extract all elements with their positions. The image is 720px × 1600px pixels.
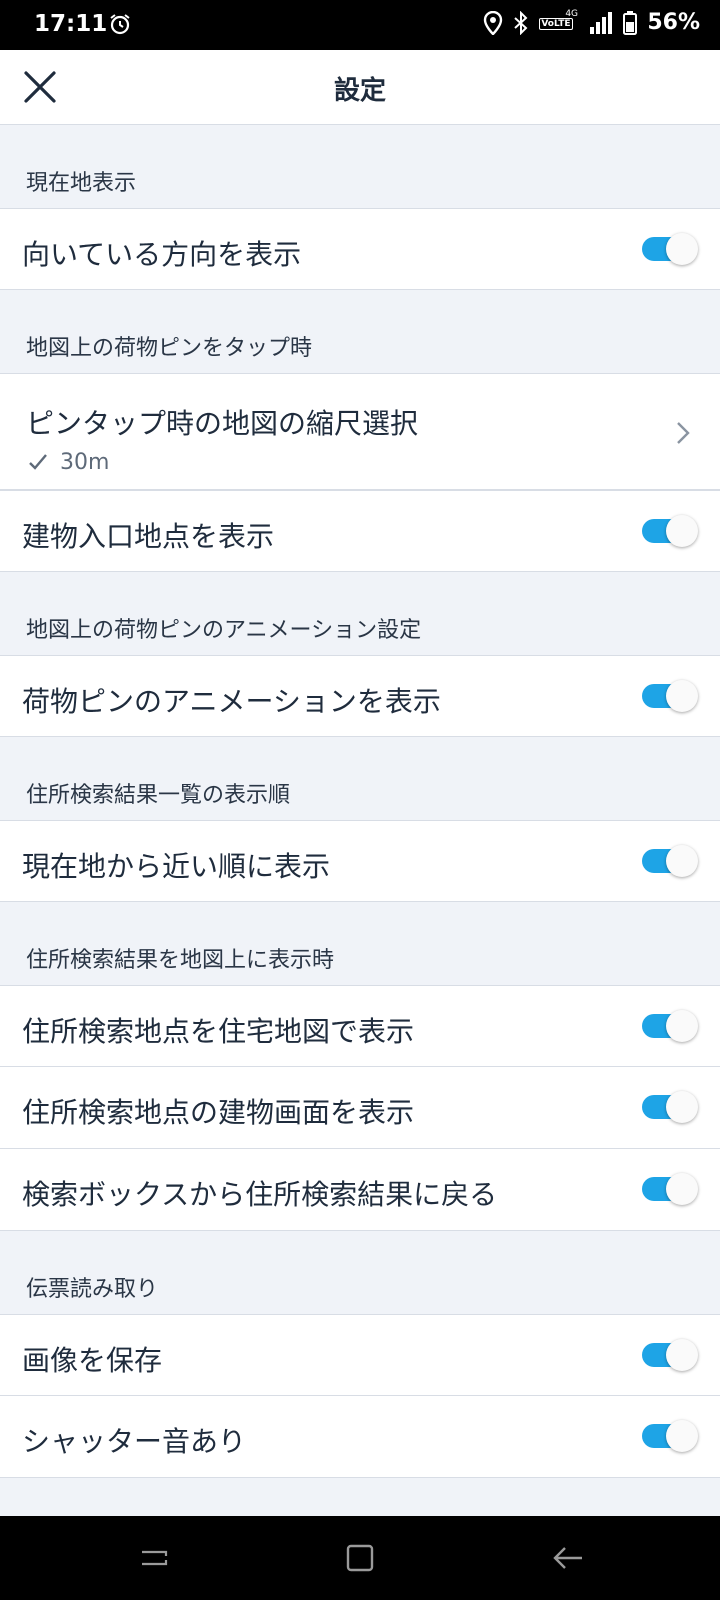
toggle-switch[interactable] xyxy=(642,515,698,547)
toggle-switch[interactable] xyxy=(642,1010,698,1042)
setting-row-save-image[interactable]: 画像を保存 xyxy=(0,1314,720,1396)
app-header: 設定 xyxy=(0,50,720,125)
setting-label: 画像を保存 xyxy=(22,1344,163,1377)
setting-label: 向いている方向を表示 xyxy=(22,238,302,271)
status-time: 17:11 xyxy=(34,11,108,37)
section-title: 住所検索結果を地図上に表示時 xyxy=(26,948,335,973)
back-icon[interactable] xyxy=(550,1540,586,1576)
toggle-switch[interactable] xyxy=(642,1339,698,1371)
section-header-pin-animation: 地図上の荷物ピンのアニメーション設定 xyxy=(0,572,720,655)
section-title: 地図上の荷物ピンのアニメーション設定 xyxy=(26,618,422,643)
toggle-switch[interactable] xyxy=(642,1091,698,1123)
setting-row-nearest-order[interactable]: 現在地から近い順に表示 xyxy=(0,820,720,902)
setting-label: ピンタップ時の地図の縮尺選択 xyxy=(26,407,419,440)
bluetooth-icon xyxy=(514,10,528,35)
setting-row-housing-map[interactable]: 住所検索地点を住宅地図で表示 xyxy=(0,985,720,1067)
section-title: 住所検索結果一覧の表示順 xyxy=(26,783,291,808)
setting-label: 住所検索地点の建物画面を表示 xyxy=(22,1096,415,1129)
setting-row-pin-animation[interactable]: 荷物ピンのアニメーションを表示 xyxy=(0,655,720,737)
network-type-label: 4G xyxy=(565,8,579,19)
check-icon xyxy=(29,454,47,470)
section-title: 伝票読み取り xyxy=(26,1277,159,1302)
setting-label: 住所検索地点を住宅地図で表示 xyxy=(22,1015,415,1048)
setting-label: シャッター音あり xyxy=(22,1425,247,1458)
section-header-result-order: 住所検索結果一覧の表示順 xyxy=(0,737,720,820)
chevron-right-icon xyxy=(677,422,690,444)
recents-icon[interactable] xyxy=(136,1540,172,1576)
battery-percent: 56% xyxy=(647,10,700,35)
toggle-switch[interactable] xyxy=(642,680,698,712)
battery-icon xyxy=(623,10,638,35)
section-header-pin-tap: 地図上の荷物ピンをタップ時 xyxy=(0,290,720,373)
toggle-switch[interactable] xyxy=(642,233,698,265)
page-title: 設定 xyxy=(333,76,386,106)
setting-label: 荷物ピンのアニメーションを表示 xyxy=(22,685,441,718)
setting-row-shutter-sound[interactable]: シャッター音あり xyxy=(0,1396,720,1478)
location-icon xyxy=(484,10,503,35)
toggle-switch[interactable] xyxy=(642,1173,698,1205)
section-header-slip-reading: 伝票読み取り xyxy=(0,1231,720,1314)
setting-row-show-heading[interactable]: 向いている方向を表示 xyxy=(0,208,720,290)
setting-row-scale-select[interactable]: ピンタップ時の地図の縮尺選択 30m xyxy=(0,373,720,490)
setting-row-entrance[interactable]: 建物入口地点を表示 xyxy=(0,490,720,572)
setting-label: 建物入口地点を表示 xyxy=(22,520,275,553)
setting-label: 現在地から近い順に表示 xyxy=(22,850,331,883)
alarm-icon xyxy=(110,14,130,35)
home-icon[interactable] xyxy=(342,1540,378,1576)
section-title: 地図上の荷物ピンをタップ時 xyxy=(26,336,313,361)
section-header-location: 現在地表示 xyxy=(0,125,720,208)
section-title: 現在地表示 xyxy=(26,171,137,196)
setting-label: 検索ボックスから住所検索結果に戻る xyxy=(22,1178,498,1211)
section-header-result-map: 住所検索結果を地図上に表示時 xyxy=(0,902,720,985)
toggle-switch[interactable] xyxy=(642,1420,698,1452)
toggle-switch[interactable] xyxy=(642,845,698,877)
setting-value: 30m xyxy=(60,450,110,475)
network-indicator: VoLTE 4G xyxy=(539,8,579,35)
setting-row-return-results[interactable]: 検索ボックスから住所検索結果に戻る xyxy=(0,1149,720,1231)
signal-icon xyxy=(590,11,613,34)
status-bar: 17:11 VoLTE 4G 56% xyxy=(0,0,720,50)
setting-row-building-screen[interactable]: 住所検索地点の建物画面を表示 xyxy=(0,1067,720,1149)
system-nav-bar xyxy=(0,1516,720,1600)
volte-label: VoLTE xyxy=(539,17,573,30)
